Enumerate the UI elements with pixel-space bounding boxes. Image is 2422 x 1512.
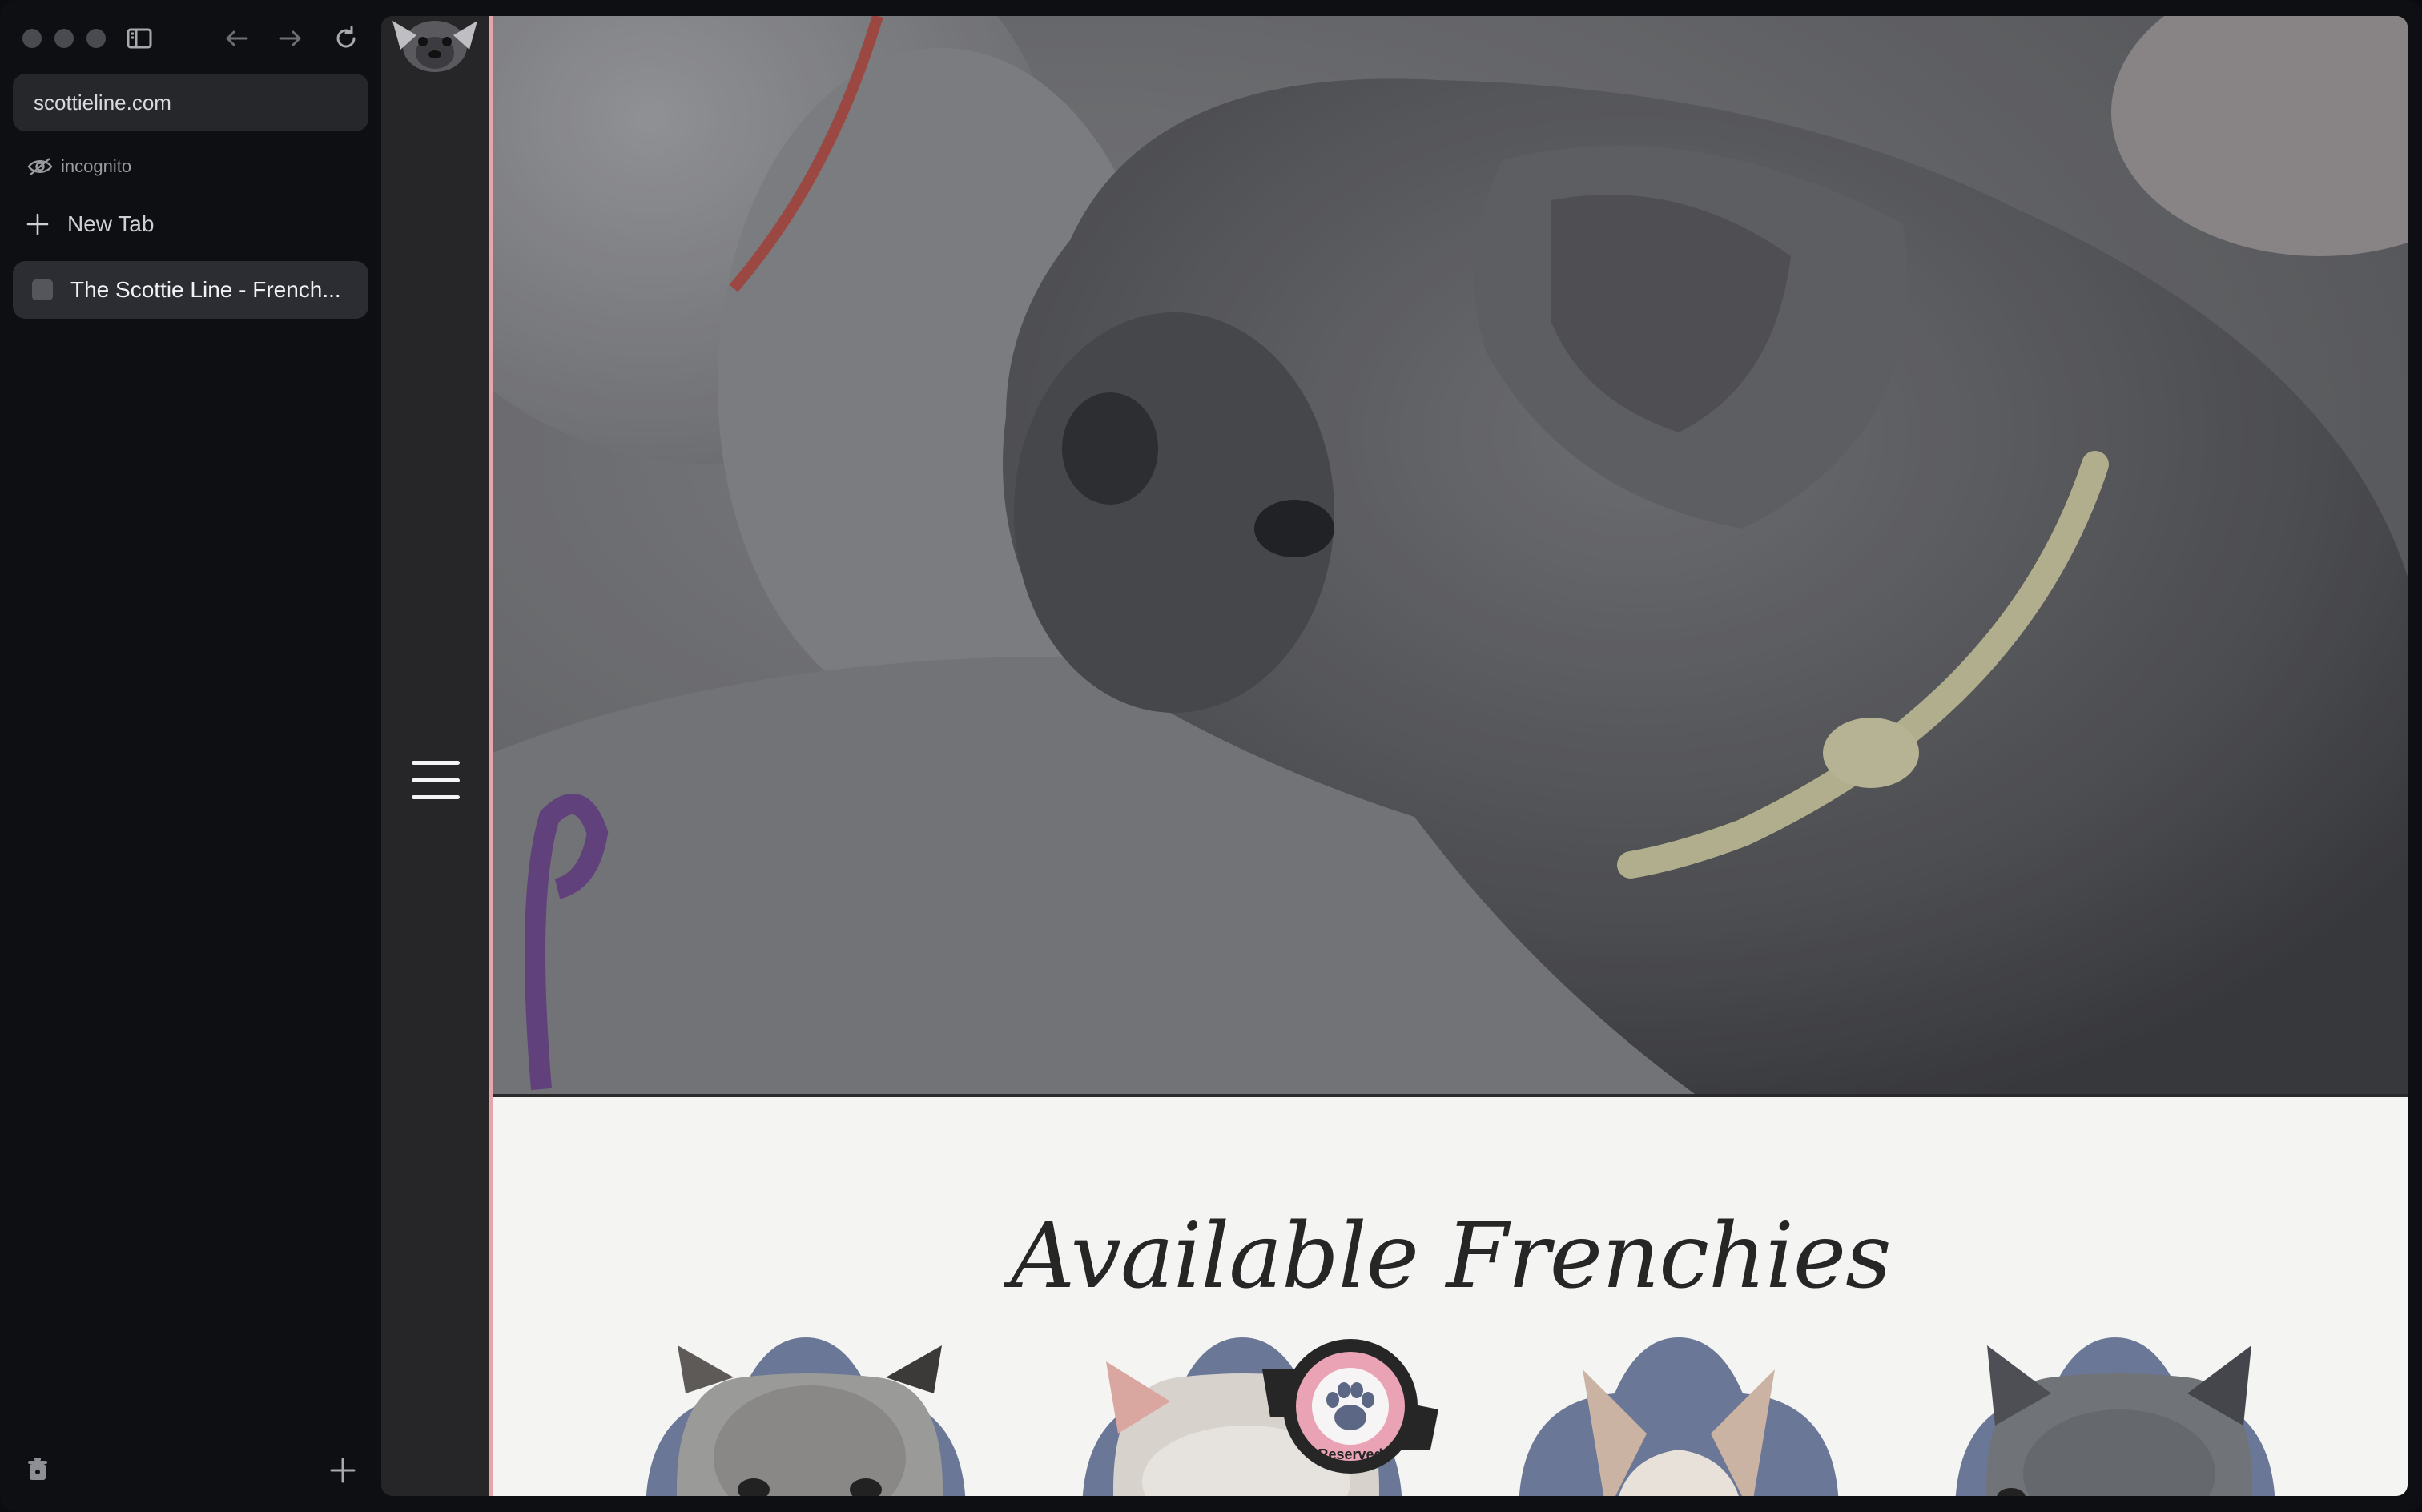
plus-icon [26, 213, 49, 235]
back-arrow-icon[interactable] [219, 21, 255, 56]
address-bar-text: scottieline.com [34, 90, 171, 115]
puppy-photo-image [646, 1337, 966, 1496]
puppy-card[interactable] [1923, 1337, 2307, 1496]
incognito-label: incognito [61, 156, 132, 176]
site-nav-rail [381, 16, 490, 1496]
add-icon[interactable] [328, 1456, 357, 1485]
hero-puppy-image [493, 16, 2408, 1094]
zoom-window-button[interactable] [86, 29, 106, 48]
tab-scottie-line[interactable]: The Scottie Line - French... [13, 261, 368, 319]
close-window-button[interactable] [22, 29, 42, 48]
section-title: Available Frenchies [1010, 1204, 1891, 1309]
available-frenchies-section: Available Frenchies Reserved [493, 1097, 2408, 1496]
tab-title: The Scottie Line - French... [70, 277, 341, 302]
forward-arrow-icon[interactable] [272, 21, 308, 56]
reserved-badge: Reserved [1262, 1339, 1438, 1474]
hero-video [493, 16, 2408, 1094]
new-tab-label: New Tab [67, 211, 155, 236]
incognito-indicator: incognito [27, 154, 131, 179]
puppy-card[interactable] [1487, 1337, 1871, 1496]
menu-hamburger-icon[interactable] [412, 761, 460, 799]
browser-sidebar: scottieline.com incognito New Tab The Sc… [0, 0, 381, 1512]
reserved-badge-text: Reserved [1318, 1446, 1382, 1462]
incognito-eye-icon [27, 158, 53, 175]
minimize-window-button[interactable] [54, 29, 74, 48]
tab-favicon-icon [32, 279, 53, 300]
reload-icon[interactable] [328, 21, 364, 56]
site-logo-dog-icon[interactable] [388, 16, 482, 75]
address-bar[interactable]: scottieline.com [13, 74, 368, 131]
puppy-card[interactable] [614, 1337, 998, 1496]
puppy-photo-image [1955, 1337, 2275, 1496]
browser-window: scottieline.com incognito New Tab The Sc… [0, 0, 2422, 1512]
trash-icon[interactable] [24, 1456, 51, 1483]
new-tab-button[interactable]: New Tab [26, 207, 154, 242]
web-content: Available Frenchies Reserved [381, 16, 2408, 1496]
sidebar-toggle-icon[interactable] [122, 21, 157, 56]
puppy-photo-image [1519, 1337, 1839, 1496]
